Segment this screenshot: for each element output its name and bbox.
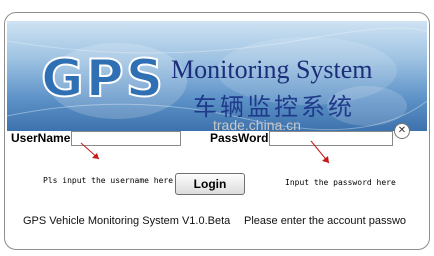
app-title: Monitoring System bbox=[171, 55, 373, 84]
username-pointer-arrow bbox=[80, 142, 100, 160]
status-message: Please enter the account passwo bbox=[244, 215, 407, 227]
version-text: GPS Vehicle Monitoring System V1.0.Beta bbox=[23, 215, 231, 227]
login-window: GPS Monitoring System 车辆监控系统 trade.china… bbox=[4, 12, 430, 250]
header-banner: GPS Monitoring System 车辆监控系统 bbox=[7, 21, 427, 131]
login-button[interactable]: Login bbox=[175, 173, 245, 195]
username-hint: Pls input the username here bbox=[43, 176, 174, 185]
password-hint: Input the password here bbox=[285, 178, 396, 187]
gps-logo: GPS bbox=[40, 48, 166, 110]
password-pointer-arrow bbox=[310, 140, 330, 164]
close-icon[interactable]: ✕ bbox=[394, 123, 410, 139]
password-label: PassWord: bbox=[210, 131, 273, 145]
username-label: UserName: bbox=[11, 131, 75, 145]
